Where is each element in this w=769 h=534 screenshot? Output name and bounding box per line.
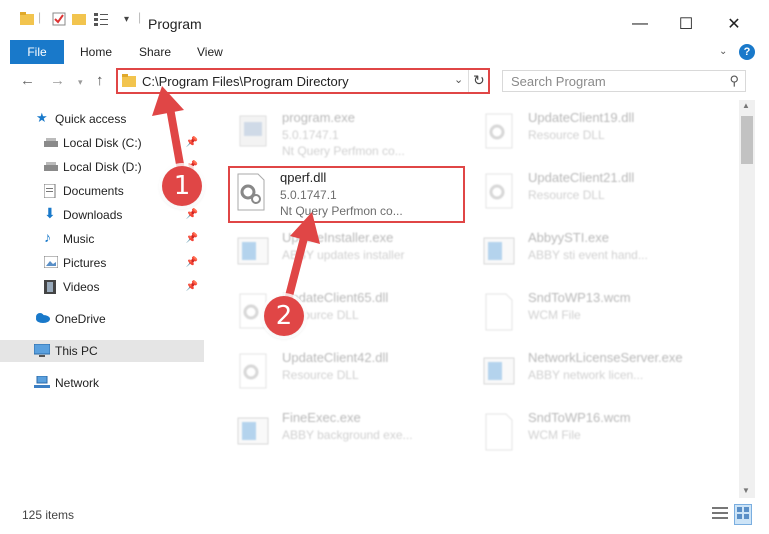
- annotation-arrows: [152, 86, 320, 304]
- arrow-2: [284, 212, 320, 304]
- arrow-1: [152, 86, 185, 174]
- annotation-badge-1: 1: [162, 166, 202, 206]
- annotation-badge-2: 2: [264, 296, 304, 336]
